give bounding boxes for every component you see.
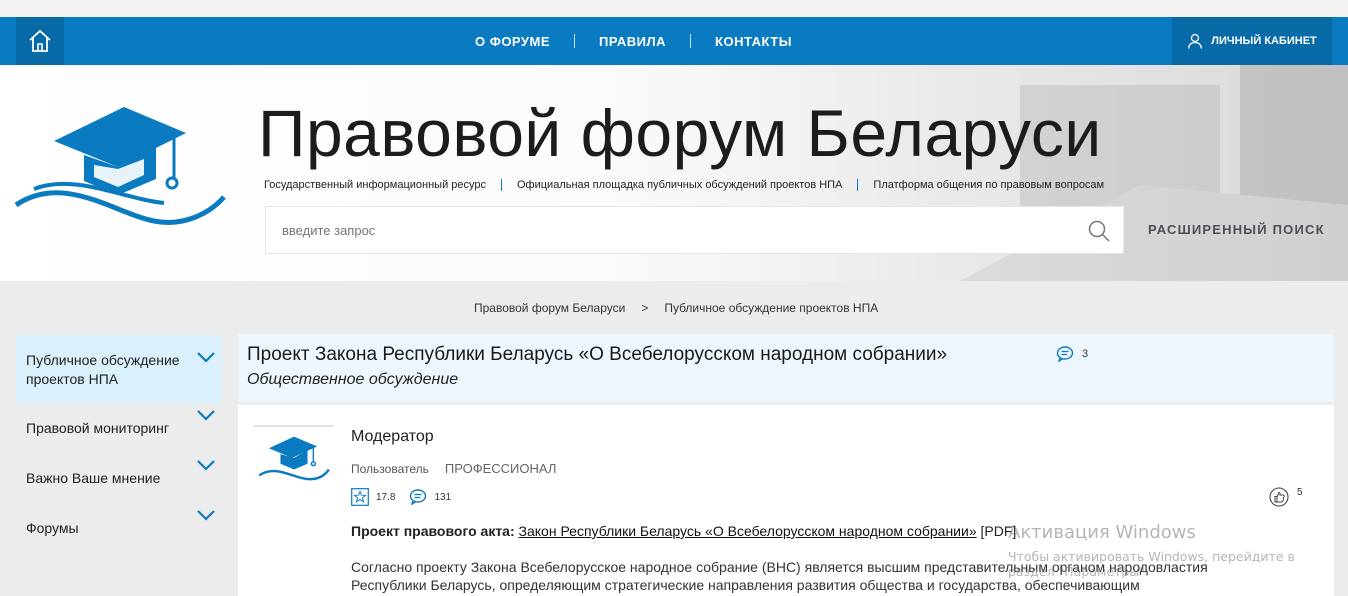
search-box bbox=[265, 206, 1124, 254]
tagline: Платформа общения по правовым вопросам bbox=[873, 179, 1105, 191]
breadcrumb-separator: > bbox=[641, 301, 649, 315]
tagline: Официальная площадка публичных обсуждени… bbox=[517, 179, 843, 191]
watermark-line: раздел "Параметры". bbox=[1008, 564, 1149, 579]
likes[interactable]: 5 bbox=[1269, 487, 1303, 507]
rating-value: 17.8 bbox=[376, 491, 396, 503]
home-icon bbox=[29, 29, 51, 52]
topic-comments-count: 3 bbox=[1056, 346, 1088, 362]
sidebar-item-public-discussion[interactable]: Публичное обсуждение проектов НПА bbox=[16, 335, 222, 403]
personal-cabinet-button[interactable]: ЛИЧНЫЙ КАБИНЕТ bbox=[1172, 17, 1332, 65]
comment-icon bbox=[410, 489, 427, 505]
sidebar-item-legal-monitoring[interactable]: Правовой мониторинг bbox=[16, 410, 222, 438]
nav-about-forum[interactable]: О ФОРУМЕ bbox=[475, 34, 550, 49]
watermark-title: Активация Windows bbox=[1008, 522, 1196, 543]
hero-header: Правовой форум Беларуси Государственный … bbox=[0, 65, 1348, 281]
chevron-down-icon[interactable] bbox=[196, 509, 216, 521]
nav-contacts[interactable]: КОНТАКТЫ bbox=[715, 34, 792, 49]
nav-separator bbox=[690, 34, 692, 48]
personal-cabinet-label: ЛИЧНЫЙ КАБИНЕТ bbox=[1211, 35, 1317, 47]
nav-rules[interactable]: ПРАВИЛА bbox=[599, 34, 666, 49]
comments-count-value: 3 bbox=[1082, 348, 1089, 360]
top-strip bbox=[0, 0, 1348, 17]
sidebar-item-label: Важно Ваше мнение bbox=[26, 470, 161, 486]
topic-header: Проект Закона Республики Беларусь «О Все… bbox=[238, 334, 1334, 402]
thumbs-up-icon[interactable] bbox=[1269, 487, 1289, 507]
sidebar-item-label: Правовой мониторинг bbox=[26, 420, 169, 436]
advanced-search-link[interactable]: РАСШИРЕННЫЙ ПОИСК bbox=[1148, 222, 1325, 237]
search-icon[interactable] bbox=[1087, 219, 1111, 243]
watermark-line: Чтобы активировать Windows, перейдите в bbox=[1008, 549, 1295, 564]
main-nav: О ФОРУМЕ ПРАВИЛА КОНТАКТЫ bbox=[475, 17, 792, 65]
legal-act-link[interactable]: Закон Республики Беларусь «О Всебелорусс… bbox=[519, 523, 977, 539]
tagline-separator bbox=[501, 179, 502, 191]
site-logo bbox=[14, 107, 226, 225]
likes-value: 5 bbox=[1297, 487, 1303, 498]
sidebar-item-label: Публичное обсуждение проектов НПА bbox=[26, 352, 180, 387]
sidebar: Публичное обсуждение проектов НПА Правов… bbox=[16, 335, 222, 536]
top-navbar: О ФОРУМЕ ПРАВИЛА КОНТАКТЫ ЛИЧНЫЙ КАБИНЕТ bbox=[0, 17, 1348, 65]
tagline: Государственный информационный ресурс bbox=[264, 179, 486, 191]
post-author[interactable]: Модератор bbox=[351, 428, 434, 446]
breadcrumb-current[interactable]: Публичное обсуждение проектов НПА bbox=[664, 301, 878, 315]
rating-stat: 17.8 bbox=[351, 488, 395, 506]
taglines: Государственный информационный ресурс Оф… bbox=[264, 179, 1104, 191]
tagline-separator bbox=[857, 179, 859, 191]
legal-act-label: Проект правового акта: bbox=[351, 523, 515, 539]
home-button[interactable] bbox=[16, 17, 64, 65]
search-input[interactable] bbox=[266, 207, 1046, 253]
chevron-down-icon[interactable] bbox=[196, 351, 216, 363]
legal-act-line: Проект правового акта: Закон Республики … bbox=[351, 523, 1016, 539]
site-title: Правовой форум Беларуси bbox=[258, 96, 1102, 170]
user-icon bbox=[1188, 33, 1203, 49]
author-role: Пользователь ПРОФЕССИОНАЛ bbox=[351, 461, 556, 476]
breadcrumb-home[interactable]: Правовой форум Беларуси bbox=[474, 301, 625, 315]
topic-subtitle: Общественное обсуждение bbox=[247, 371, 459, 388]
topic-title[interactable]: Проект Закона Республики Беларусь «О Все… bbox=[247, 344, 947, 366]
chevron-down-icon[interactable] bbox=[196, 409, 216, 421]
avatar bbox=[254, 425, 334, 481]
author-stats: 17.8 131 bbox=[351, 488, 465, 506]
role-label: Пользователь bbox=[351, 462, 429, 476]
comment-icon bbox=[1056, 346, 1074, 362]
role-level: ПРОФЕССИОНАЛ bbox=[444, 461, 557, 476]
nav-separator bbox=[574, 34, 576, 48]
sidebar-item-your-opinion[interactable]: Важно Ваше мнение bbox=[16, 460, 222, 488]
messages-value: 131 bbox=[434, 491, 452, 503]
breadcrumb: Правовой форум Беларуси > Публичное обсу… bbox=[474, 301, 878, 315]
windows-activation-watermark: Активация Windows Чтобы активировать Win… bbox=[1008, 522, 1295, 579]
sidebar-item-label: Форумы bbox=[26, 520, 79, 536]
sidebar-item-forums[interactable]: Форумы bbox=[16, 510, 222, 538]
messages-stat: 131 bbox=[409, 489, 451, 505]
star-icon bbox=[351, 488, 369, 506]
chevron-down-icon[interactable] bbox=[196, 459, 216, 471]
